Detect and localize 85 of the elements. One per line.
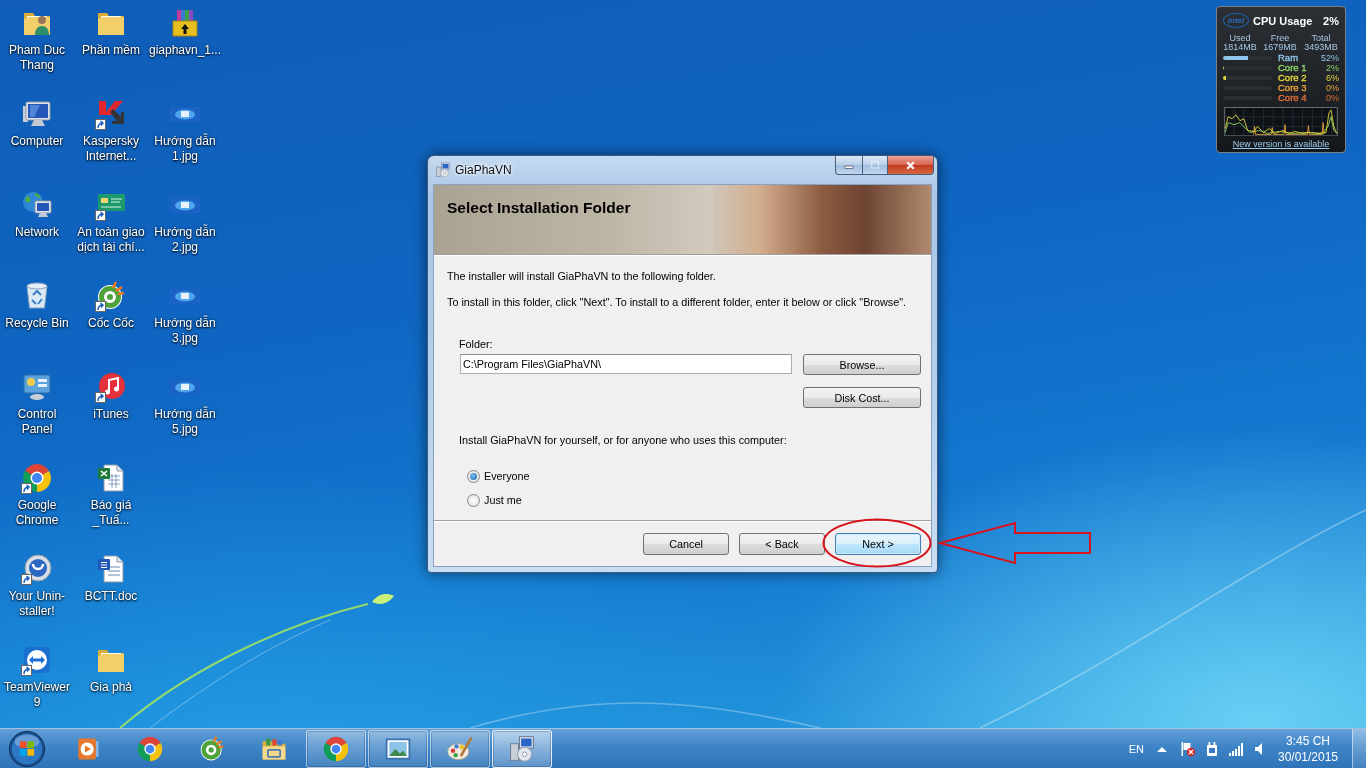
memory-header: Used xyxy=(1229,33,1251,44)
radio-label[interactable]: Everyone xyxy=(484,470,530,483)
palette-icon xyxy=(446,734,474,763)
folder-label: Folder: xyxy=(459,338,493,351)
back-button[interactable]: < Back xyxy=(739,533,825,555)
desktop-icon-label[interactable]: Cốc Cốc xyxy=(88,316,134,331)
next-button[interactable]: Next > xyxy=(835,533,921,555)
desktop-icon-label[interactable]: giaphavn_1... xyxy=(148,43,222,58)
taskbar-button[interactable] xyxy=(430,729,490,768)
browser-icon xyxy=(136,734,164,763)
browser-icon[interactable] xyxy=(21,462,53,494)
scope-question: Install GiaPhaVN for yourself, or for anyone who uses this computer: xyxy=(459,434,787,447)
desktop-icon-label[interactable]: Gia phả xyxy=(90,680,132,695)
leaf-icon xyxy=(372,594,394,604)
memory-header: Total xyxy=(1311,33,1331,44)
flag-alert-icon[interactable] xyxy=(1180,740,1196,757)
browse-button[interactable]: Browse... xyxy=(803,354,921,375)
computer-disc-icon xyxy=(508,734,536,763)
intro-text: The installer will install GiaPhaVN to the following folder. xyxy=(447,270,716,283)
browser-icon xyxy=(322,734,350,763)
meter-label: Core 4 xyxy=(1278,92,1307,103)
spreadsheet-icon[interactable] xyxy=(95,462,127,494)
double-arrow-tile-icon[interactable] xyxy=(21,644,53,676)
desktop-icon-label[interactable]: Hướng dẫn 1.jpg xyxy=(149,134,221,164)
desktop-icon-label[interactable]: Google Chrome xyxy=(1,498,73,528)
meter-reading: 2% xyxy=(1326,62,1339,73)
update-link[interactable]: New version is available xyxy=(1232,139,1330,149)
archive-box-icon[interactable] xyxy=(169,7,201,39)
ring-logo-icon xyxy=(198,734,226,763)
memory-value: 1679MB xyxy=(1263,43,1297,53)
radio-button[interactable] xyxy=(467,470,480,483)
taskbar-button[interactable] xyxy=(492,729,552,768)
meter-label: Ram xyxy=(1278,52,1299,63)
meter-reading: 0% xyxy=(1326,82,1339,93)
page-heading: Select Installation Folder xyxy=(447,199,631,216)
desktop-icon-label[interactable]: Pham Duc Thang xyxy=(1,43,73,73)
close-icon xyxy=(905,159,916,171)
desktop-icon-label[interactable]: Computer xyxy=(10,134,64,149)
taskbar-button[interactable] xyxy=(368,729,428,768)
meter-label: Core 1 xyxy=(1278,62,1307,73)
meter-label: Core 3 xyxy=(1278,82,1307,93)
gadget-title: CPU Usage xyxy=(1253,14,1313,27)
radio-button[interactable] xyxy=(467,494,480,507)
desktop-icon-label[interactable]: Báo giá _Tuấ... xyxy=(75,498,147,528)
language-indicator[interactable]: EN xyxy=(1128,742,1144,755)
memory-header: Free xyxy=(1270,33,1290,44)
desktop-icon-label[interactable]: An toàn giao dịch tài chí... xyxy=(75,225,147,255)
radio-label[interactable]: Just me xyxy=(484,494,522,507)
desktop-icon-label[interactable]: Hướng dẫn 3.jpg xyxy=(149,316,221,346)
memory-value: 3493MB xyxy=(1304,43,1338,53)
clock-date[interactable]: 30/01/2015 xyxy=(1277,748,1339,765)
desktop-icon-label[interactable]: iTunes xyxy=(93,407,129,422)
desktop-icon-label[interactable]: Your Unin-staller! xyxy=(1,589,73,619)
close-button[interactable] xyxy=(888,156,934,175)
disk-cost-button[interactable]: Disk Cost... xyxy=(803,387,921,408)
meter-reading: 6% xyxy=(1326,72,1339,83)
cancel-button[interactable]: Cancel xyxy=(643,533,729,555)
desktop-icon-label[interactable]: TeamViewer 9 xyxy=(1,680,73,710)
power-plug-icon[interactable] xyxy=(1204,740,1220,757)
computer-disc-icon xyxy=(435,162,451,178)
desktop-icon-label[interactable]: Network xyxy=(15,225,59,240)
meter-reading: 52% xyxy=(1321,52,1339,63)
cpu-usage-reading: 2% xyxy=(1323,14,1339,27)
show-desktop-button[interactable] xyxy=(1352,729,1366,768)
desktop-icon-label[interactable]: Hướng dẫn 5.jpg xyxy=(149,407,221,437)
document-icon[interactable] xyxy=(95,553,127,585)
window-title: GiaPhaVN xyxy=(455,163,512,177)
desktop-icon-label[interactable]: Control Panel xyxy=(1,407,73,437)
memory-value: 1814MB xyxy=(1223,43,1257,53)
signal-bars-icon[interactable] xyxy=(1228,740,1244,757)
desktop-icon-label[interactable]: BCTT.doc xyxy=(84,589,138,604)
control-panel-icon[interactable] xyxy=(21,371,53,403)
taskbar-button[interactable] xyxy=(306,729,366,768)
desktop-icon-label[interactable]: Recycle Bin xyxy=(5,316,69,331)
desktop-icon-label[interactable]: Hướng dẫn 2.jpg xyxy=(149,225,221,255)
desktop-icon-label[interactable]: Kaspersky Internet... xyxy=(75,134,147,164)
clock-time[interactable]: 3:45 CH xyxy=(1286,732,1330,749)
desktop-icon-label[interactable]: Phần mềm xyxy=(82,43,140,58)
minimize-button[interactable] xyxy=(835,156,862,175)
meter-label: Core 2 xyxy=(1278,72,1307,83)
folder-field[interactable]: C:\Program Files\GiaPhaVN\ xyxy=(460,354,792,374)
maximize-icon xyxy=(870,160,880,170)
circle-logo-icon[interactable] xyxy=(21,553,53,585)
meter-reading: 0% xyxy=(1326,92,1339,103)
instructions-text: To install in this folder, click "Next". To install to a different folder, enter it below or click "Browse". xyxy=(447,296,906,309)
